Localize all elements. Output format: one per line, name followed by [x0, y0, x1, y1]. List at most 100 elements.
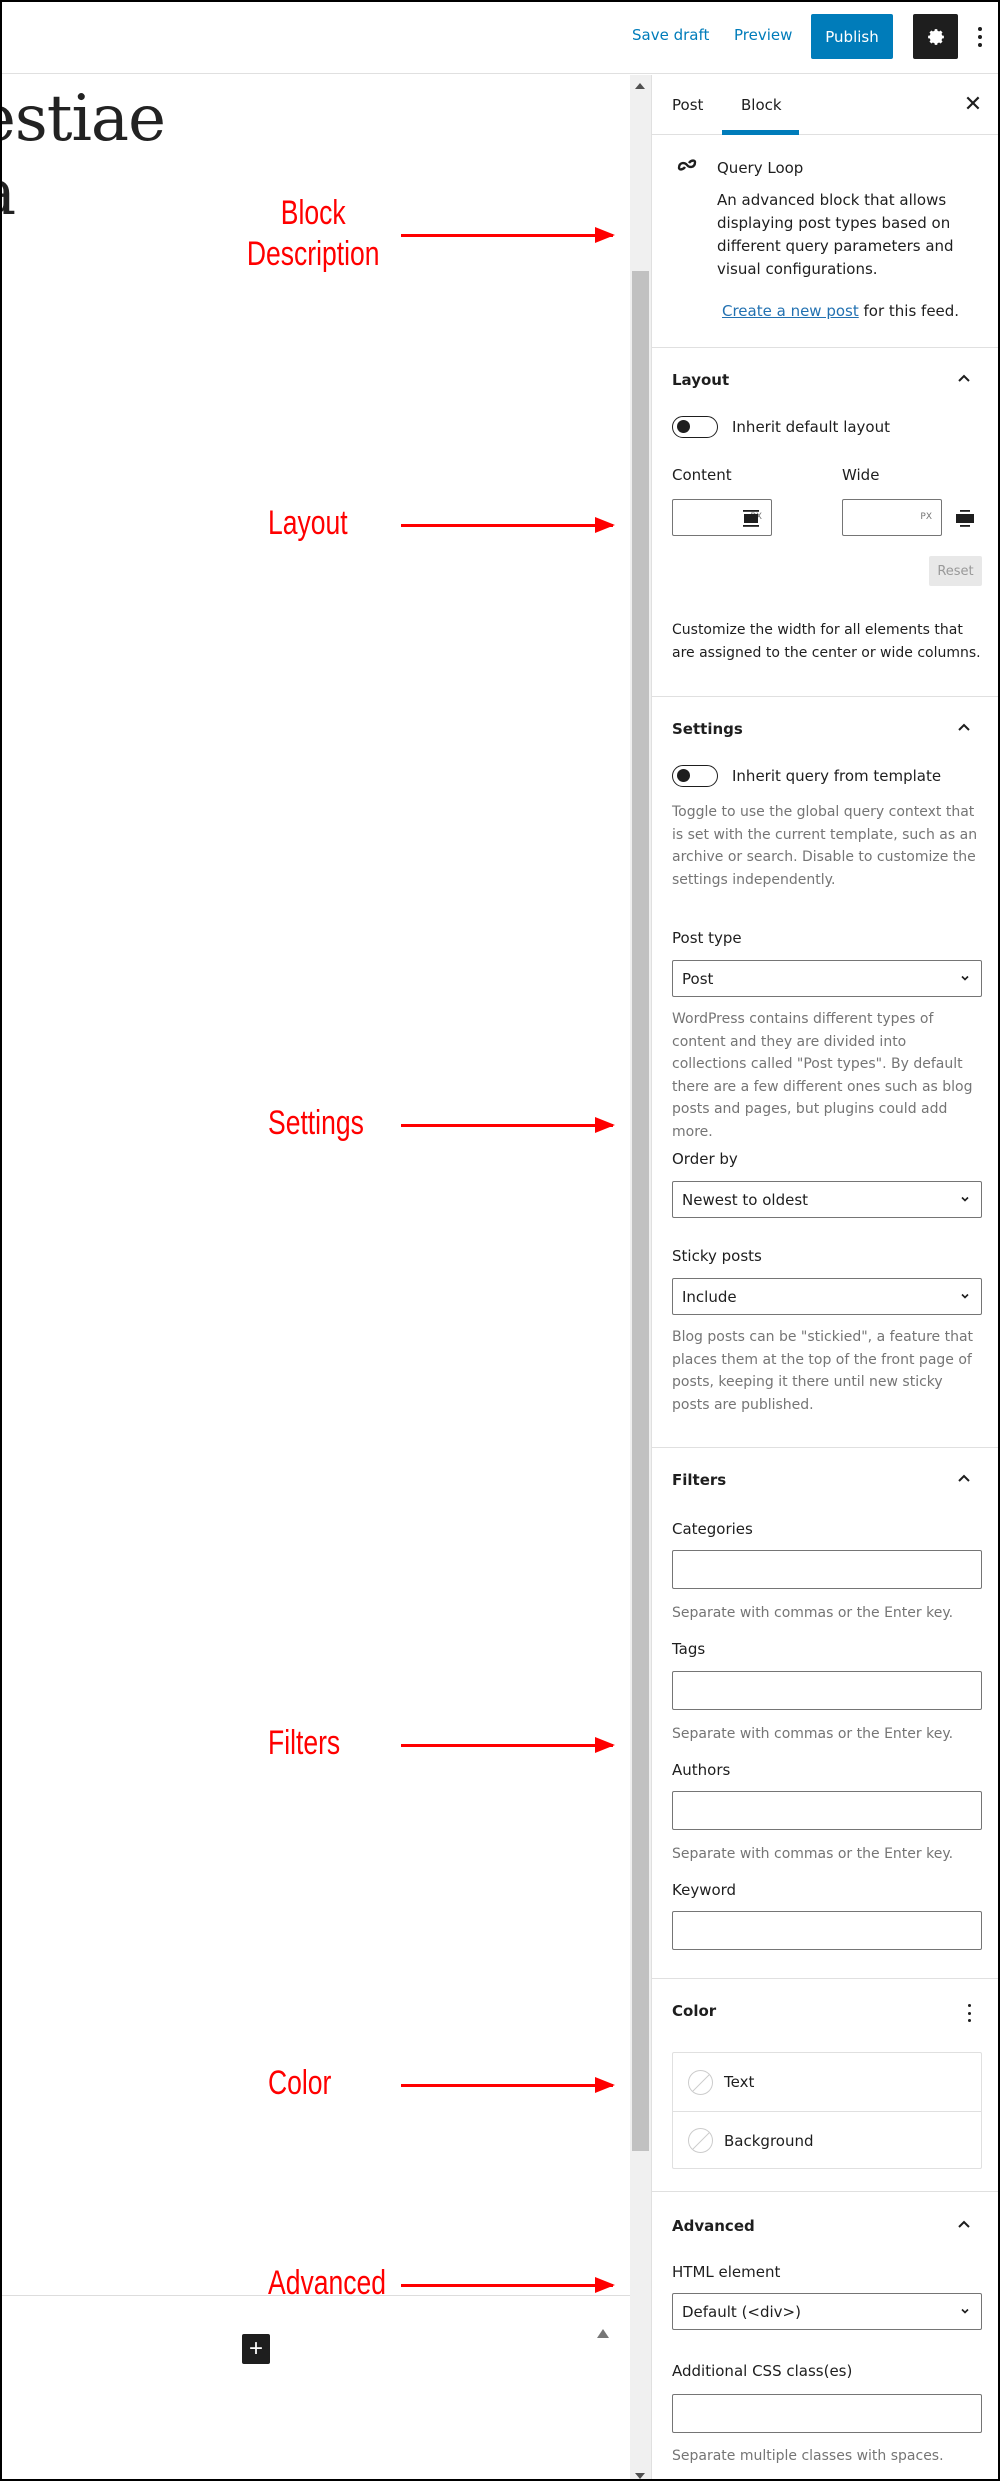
- block-title: Query Loop: [717, 159, 804, 177]
- order-by-select[interactable]: Newest to oldest: [672, 1181, 982, 1218]
- justify-center-icon[interactable]: [741, 509, 761, 529]
- tab-block[interactable]: Block: [741, 96, 782, 114]
- scroll-up-icon[interactable]: [635, 83, 645, 89]
- inherit-query-label: Inherit query from template: [732, 767, 942, 785]
- annotation-arrow: [401, 2277, 615, 2293]
- post-type-value: Post: [682, 969, 714, 988]
- chevron-up-icon[interactable]: [957, 372, 971, 386]
- sidebar-tabs: Post Block ✕: [652, 75, 1000, 135]
- post-type-select[interactable]: Post: [672, 960, 982, 997]
- settings-panel-title[interactable]: Settings: [672, 720, 743, 738]
- close-icon: ✕: [963, 91, 983, 116]
- color-item-text[interactable]: Text: [673, 2053, 981, 2111]
- categories-input[interactable]: [672, 1550, 982, 1589]
- wide-width-label: Wide: [842, 466, 880, 484]
- more-vertical-icon: [967, 2004, 971, 2007]
- content-width-label: Content: [672, 466, 732, 484]
- annotation-arrow: [401, 227, 615, 243]
- justify-stretch-icon[interactable]: [955, 509, 975, 529]
- sticky-posts-value: Include: [682, 1287, 737, 1306]
- dot: [978, 35, 982, 39]
- scrollbar-thumb[interactable]: [632, 271, 649, 2151]
- html-element-select[interactable]: Default (<div>): [672, 2293, 982, 2330]
- annotation-block-description: Block Description: [243, 193, 383, 275]
- close-sidebar-button[interactable]: ✕: [960, 90, 986, 118]
- css-class-label: Additional CSS class(es): [672, 2362, 853, 2380]
- color-panel: Color Text Background: [652, 1979, 1000, 2192]
- editor-footer-divider: [0, 2295, 630, 2296]
- advanced-panel: Advanced HTML element Default (<div>) Ad…: [652, 2192, 1000, 2481]
- more-vertical-icon: [978, 27, 982, 31]
- reset-button[interactable]: Reset: [929, 556, 982, 586]
- filters-panel-title[interactable]: Filters: [672, 1471, 726, 1489]
- color-item-background[interactable]: Background: [673, 2111, 981, 2169]
- layout-panel-title[interactable]: Layout: [672, 371, 729, 389]
- inherit-layout-toggle[interactable]: [672, 416, 718, 438]
- sticky-posts-select[interactable]: Include: [672, 1278, 982, 1315]
- tab-post[interactable]: Post: [672, 96, 703, 114]
- publish-button[interactable]: Publish: [811, 14, 893, 59]
- options-button[interactable]: [972, 20, 988, 54]
- annotation-layout: Layout: [268, 504, 348, 542]
- annotation-label: Description: [246, 234, 380, 273]
- annotation-arrow: [401, 1117, 615, 1133]
- gear-icon: [927, 28, 944, 45]
- editor-header: Save draft Preview Publish: [0, 0, 1000, 74]
- html-element-label: HTML element: [672, 2263, 781, 2281]
- block-description: An advanced block that allows displaying…: [717, 191, 954, 278]
- post-type-label: Post type: [672, 929, 742, 947]
- chevron-down-icon: [961, 975, 969, 981]
- sticky-posts-label: Sticky posts: [672, 1247, 762, 1265]
- add-block-button[interactable]: +: [242, 2334, 270, 2364]
- sticky-posts-help: Blog posts can be "stickied", a feature …: [672, 1329, 974, 1413]
- color-options-button[interactable]: [966, 2004, 972, 2022]
- preview-button[interactable]: Preview: [734, 26, 792, 44]
- scroll-down-icon[interactable]: [635, 2473, 645, 2479]
- post-title-fragment[interactable]: estiae: [0, 87, 166, 151]
- empty-swatch-icon: [688, 2128, 713, 2153]
- create-post-line: Create a new post for this feed.: [722, 302, 959, 320]
- authors-input[interactable]: [672, 1791, 982, 1830]
- block-card: Query Loop An advanced block that allows…: [652, 135, 1000, 348]
- chevron-up-icon[interactable]: [957, 721, 971, 735]
- canvas-scrollbar[interactable]: [630, 75, 651, 2481]
- categories-help: Separate with commas or the Enter key.: [672, 1605, 954, 1621]
- chevron-up-icon[interactable]: [957, 2218, 971, 2232]
- annotation-filters: Filters: [268, 1724, 341, 1762]
- advanced-panel-title[interactable]: Advanced: [672, 2217, 755, 2235]
- unit-label: PX: [920, 512, 932, 522]
- keyword-input[interactable]: [672, 1911, 982, 1950]
- dot: [978, 43, 982, 47]
- empty-swatch-icon: [688, 2069, 713, 2095]
- settings-button[interactable]: [913, 14, 958, 59]
- order-by-label: Order by: [672, 1150, 738, 1168]
- keyword-label: Keyword: [672, 1881, 737, 1899]
- layout-help: Customize the width for all elements tha…: [672, 622, 981, 661]
- post-type-help: WordPress contains different types of co…: [672, 1011, 973, 1140]
- color-panel-title: Color: [672, 2002, 717, 2020]
- tags-help: Separate with commas or the Enter key.: [672, 1726, 954, 1742]
- settings-panel: Settings Inherit query from template Tog…: [652, 697, 1000, 1448]
- create-new-post-link[interactable]: Create a new post: [722, 302, 859, 320]
- annotation-advanced: Advanced: [268, 2264, 386, 2302]
- chevron-down-icon: [961, 1293, 969, 1299]
- settings-sidebar: Post Block ✕ Query Loop An advanced bloc…: [651, 75, 1000, 2481]
- css-class-input[interactable]: [672, 2394, 982, 2433]
- inherit-layout-label: Inherit default layout: [732, 418, 890, 436]
- chevron-down-icon: [961, 1196, 969, 1202]
- annotation-arrow: [401, 2077, 615, 2093]
- inherit-query-toggle[interactable]: [672, 765, 718, 787]
- tags-label: Tags: [672, 1640, 706, 1658]
- post-title-fragment[interactable]: a: [0, 161, 16, 225]
- layout-panel: Layout Inherit default layout Content Wi…: [652, 348, 1000, 697]
- tags-input[interactable]: [672, 1671, 982, 1710]
- wide-width-input[interactable]: PX: [842, 499, 942, 536]
- chevron-down-icon: [961, 2308, 969, 2314]
- save-draft-button[interactable]: Save draft: [632, 26, 709, 44]
- authors-label: Authors: [672, 1761, 731, 1779]
- collapse-footer-icon[interactable]: [597, 2329, 609, 2338]
- filters-panel: Filters Categories Separate with commas …: [652, 1448, 1000, 1979]
- chevron-up-icon[interactable]: [957, 1472, 971, 1486]
- editor-canvas: estiae a Block Description Layout Settin…: [0, 75, 630, 2481]
- dot: [967, 2011, 971, 2015]
